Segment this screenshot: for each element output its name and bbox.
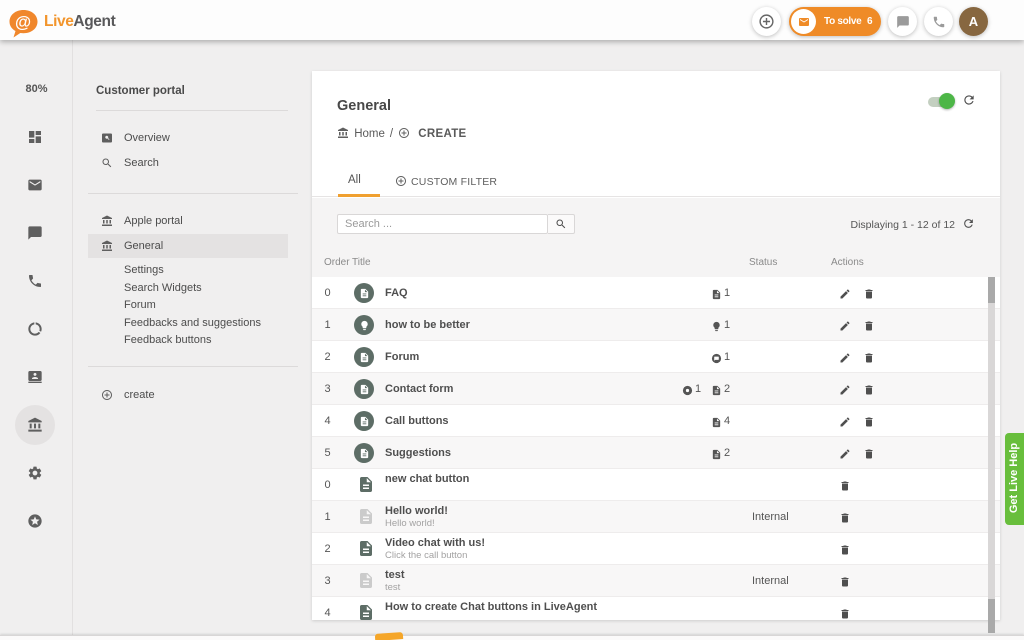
svg-text:@: @ — [15, 14, 31, 32]
